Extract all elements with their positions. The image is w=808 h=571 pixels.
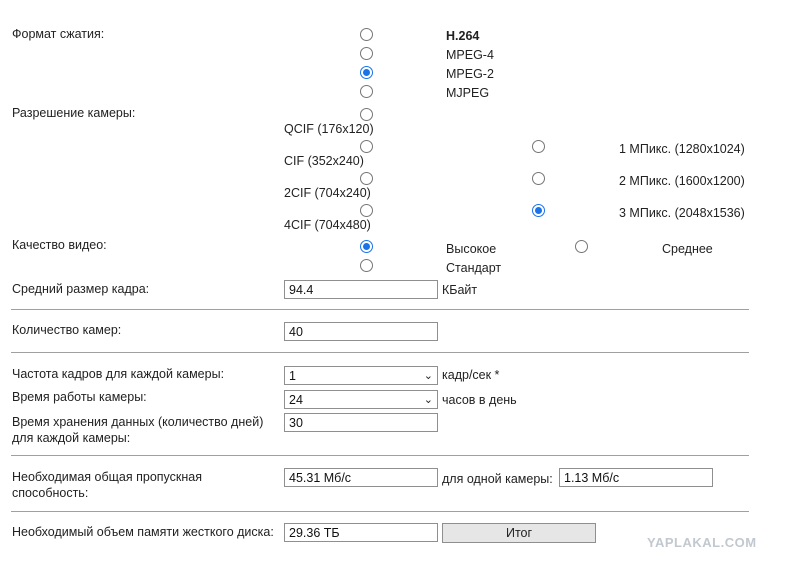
disk-label: Необходимый объем памяти жесткого диска:: [12, 525, 274, 539]
compression-option-label: H.264: [446, 29, 480, 43]
resolution-option-label: 2CIF (704x240): [284, 186, 371, 200]
quality-option-label: Высокое: [446, 242, 497, 256]
resolution-3mp-radio[interactable]: [532, 204, 545, 217]
bandwidth-per-camera-label: для одной камеры:: [442, 472, 553, 486]
bandwidth-label-line2: способность:: [12, 486, 89, 500]
resolution-qcif-radio[interactable]: [360, 108, 373, 121]
work-time-select[interactable]: 24 ⌄: [284, 390, 438, 409]
quality-standard-radio[interactable]: [360, 259, 373, 272]
chevron-down-icon: ⌄: [423, 370, 433, 382]
fps-label: Частота кадров для каждой камеры:: [12, 367, 225, 381]
resolution-2cif-radio[interactable]: [360, 172, 373, 185]
retention-label-line1: Время хранения данных (количество дней): [12, 415, 264, 429]
frame-size-label: Средний размер кадра:: [12, 282, 150, 296]
bandwidth-per-camera-output[interactable]: 1.13 Мб/с: [559, 468, 713, 487]
retention-label-line2: для каждой камеры:: [12, 431, 131, 445]
compression-mpeg2-radio[interactable]: [360, 66, 373, 79]
resolution-label: Разрешение камеры:: [12, 106, 136, 120]
divider: [11, 511, 749, 512]
fps-select[interactable]: 1 ⌄: [284, 366, 438, 385]
quality-label: Качество видео:: [12, 238, 107, 252]
compression-option-label: MJPEG: [446, 86, 490, 100]
resolution-4cif-radio[interactable]: [360, 204, 373, 217]
retention-input[interactable]: 30: [284, 413, 438, 432]
total-button[interactable]: Итог: [442, 523, 596, 543]
fps-unit: кадр/сек *: [442, 368, 500, 382]
quality-option-label: Среднее: [662, 242, 713, 256]
resolution-option-label: 2 МПикс. (1600x1200): [619, 174, 745, 188]
fps-select-value: 1: [289, 369, 296, 383]
resolution-option-label: 4CIF (704x480): [284, 218, 371, 232]
resolution-cif-radio[interactable]: [360, 140, 373, 153]
resolution-option-label: 3 МПикс. (2048x1536): [619, 206, 745, 220]
watermark: YAPLAKAL.COM: [647, 535, 757, 550]
compression-label: Формат сжатия:: [12, 27, 105, 41]
compression-mjpeg-radio[interactable]: [360, 85, 373, 98]
resolution-1mp-radio[interactable]: [532, 140, 545, 153]
frame-size-input[interactable]: 94.4: [284, 280, 438, 299]
work-time-unit: часов в день: [442, 393, 517, 407]
bandwidth-total-output[interactable]: 45.31 Мб/с: [284, 468, 438, 487]
divider: [11, 309, 749, 310]
compression-mpeg4-radio[interactable]: [360, 47, 373, 60]
cameras-input[interactable]: 40: [284, 322, 438, 341]
work-time-label: Время работы камеры:: [12, 390, 147, 404]
divider: [11, 352, 749, 353]
quality-medium-radio[interactable]: [575, 240, 588, 253]
compression-h264-radio[interactable]: [360, 28, 373, 41]
cameras-label: Количество камер:: [12, 323, 122, 337]
compression-option-label: MPEG-4: [446, 48, 494, 62]
bandwidth-label-line1: Необходимая общая пропускная: [12, 470, 203, 484]
chevron-down-icon: ⌄: [423, 394, 433, 406]
resolution-option-label: CIF (352x240): [284, 154, 364, 168]
resolution-2mp-radio[interactable]: [532, 172, 545, 185]
divider: [11, 455, 749, 456]
work-time-select-value: 24: [289, 393, 303, 407]
resolution-option-label: QCIF (176x120): [284, 122, 374, 136]
frame-size-unit: КБайт: [442, 283, 478, 297]
quality-high-radio[interactable]: [360, 240, 373, 253]
compression-option-label: MPEG-2: [446, 67, 494, 81]
quality-option-label: Стандарт: [446, 261, 502, 275]
disk-output[interactable]: 29.36 ТБ: [284, 523, 438, 542]
resolution-option-label: 1 МПикс. (1280x1024): [619, 142, 745, 156]
